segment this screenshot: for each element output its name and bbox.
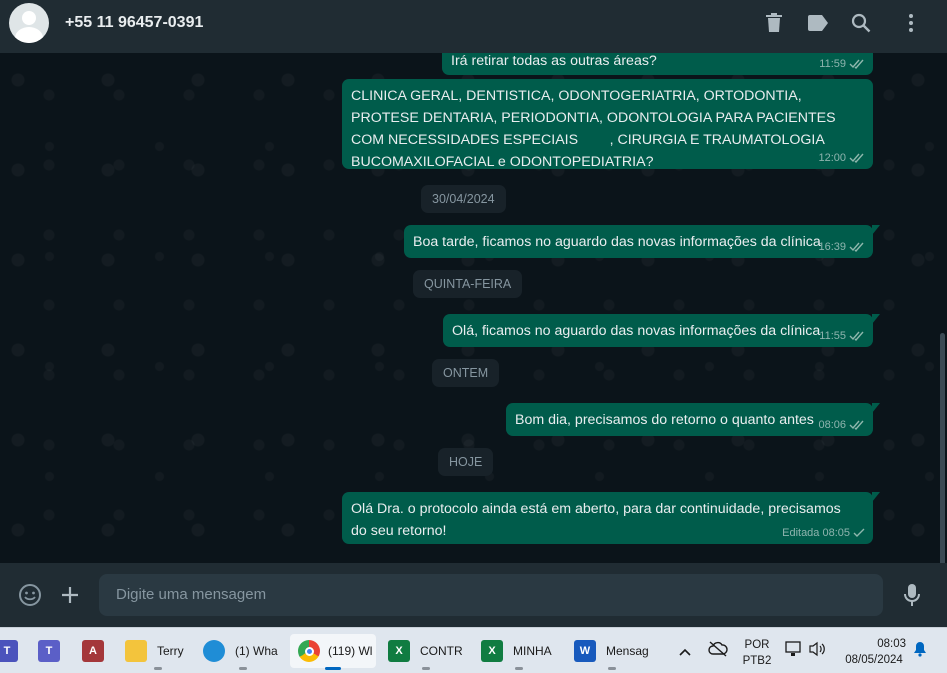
message-bubble[interactable]: Bom dia, precisamos do retorno o quanto … [506, 403, 880, 436]
taskbar-item-excel-minha[interactable]: X MINHA [481, 634, 557, 670]
double-check-icon [849, 153, 864, 163]
cloud-offline-icon[interactable] [708, 641, 728, 662]
excel-icon: X [481, 640, 503, 662]
conversation-panel[interactable]: Irá retirar todas as outras áreas? 11:59… [0, 53, 947, 563]
excel-icon: X [388, 640, 410, 662]
double-check-icon [849, 59, 864, 69]
contact-avatar[interactable] [9, 3, 49, 43]
date-separator: QUINTA-FEIRA [413, 270, 523, 298]
delete-icon[interactable] [761, 10, 787, 36]
teams-icon: T [0, 640, 18, 662]
word-icon: W [574, 640, 596, 662]
network-icon[interactable] [785, 641, 803, 662]
double-check-icon [849, 420, 864, 430]
double-check-icon [849, 242, 864, 252]
date-separator: HOJE [438, 448, 494, 476]
input-language[interactable]: POR PTB2 [741, 637, 773, 669]
folder-icon [125, 640, 147, 662]
access-icon: A [82, 640, 104, 662]
emoji-icon[interactable] [17, 582, 43, 608]
taskbar-item-teams-old[interactable]: T [0, 634, 20, 668]
contact-name[interactable]: +55 11 96457-0391 [65, 14, 203, 32]
taskbar-item-explorer[interactable]: Terry [125, 634, 191, 670]
teams-new-icon: T [38, 640, 60, 662]
search-icon[interactable] [848, 10, 874, 36]
message-bubble[interactable]: Irá retirar todas as outras áreas? 11:59 [442, 53, 873, 75]
message-bubble[interactable]: CLINICA GERAL, DENTISTICA, ODONTOGERIATR… [342, 79, 873, 170]
taskbar-item-chrome[interactable]: (119) Wl [290, 634, 376, 670]
edge-icon [203, 640, 225, 662]
taskbar-item-edge[interactable]: (1) Wha [203, 634, 283, 670]
notification-bell-icon[interactable] [913, 641, 927, 662]
taskbar-item-excel-contr[interactable]: X CONTR [388, 634, 464, 670]
attach-plus-icon[interactable] [57, 582, 83, 608]
message-bubble[interactable]: Boa tarde, ficamos no aguardo das novas … [404, 225, 880, 258]
date-separator: ONTEM [432, 359, 500, 387]
taskbar-item-access[interactable]: A [82, 634, 108, 668]
double-check-icon [849, 331, 864, 341]
single-check-icon [853, 528, 865, 537]
system-clock[interactable]: 08:03 08/05/2024 [838, 636, 910, 668]
menu-icon[interactable] [898, 10, 924, 36]
chrome-icon [298, 640, 320, 662]
composer-bar: Digite uma mensagem [0, 563, 947, 627]
windows-taskbar: T T A Terry (1) Wha (119) Wl X CONTR X M… [0, 627, 947, 673]
label-icon[interactable] [805, 10, 831, 36]
message-bubble[interactable]: Olá, ficamos no aguardo das novas inform… [443, 314, 880, 347]
taskbar-item-teams-new[interactable]: T [38, 634, 64, 668]
message-input[interactable]: Digite uma mensagem [99, 574, 883, 616]
chevron-up-icon[interactable] [679, 643, 691, 661]
taskbar-item-word[interactable]: W Mensag [574, 634, 650, 670]
chat-scrollbar[interactable] [940, 333, 945, 563]
chat-header: +55 11 96457-0391 [0, 0, 947, 53]
microphone-icon[interactable] [899, 582, 925, 608]
date-separator: 30/04/2024 [421, 185, 506, 213]
volume-icon[interactable] [808, 641, 826, 662]
message-bubble[interactable]: Olá Dra. o protocolo ainda está em abert… [342, 492, 880, 544]
